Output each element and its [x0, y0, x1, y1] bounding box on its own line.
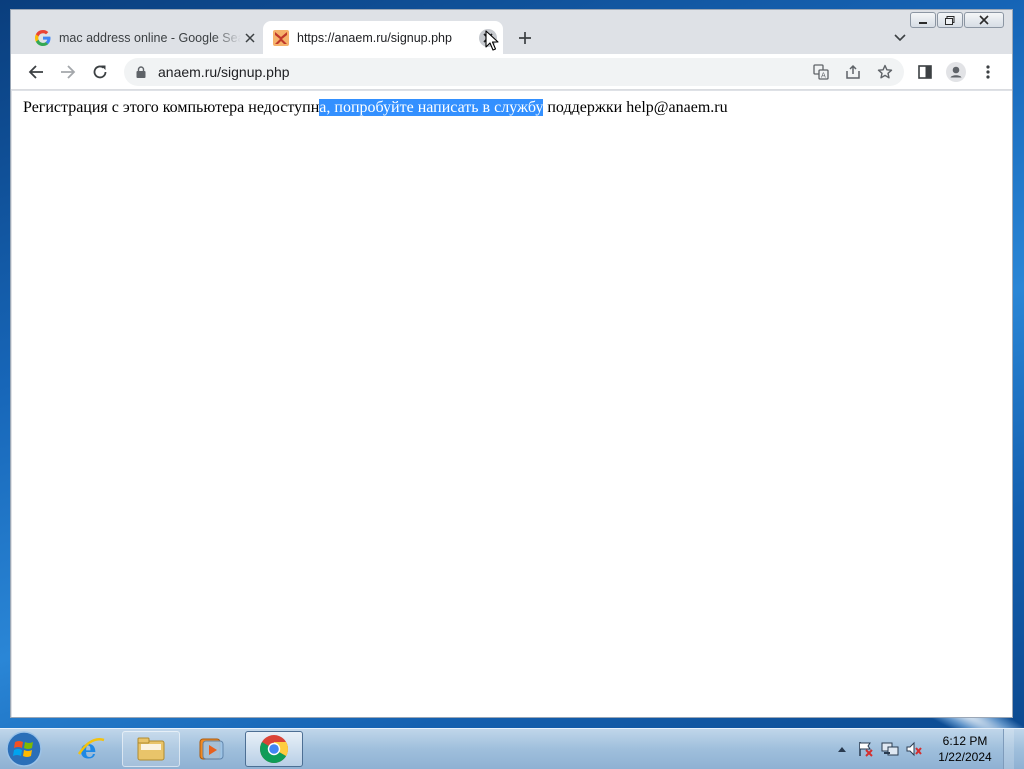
registration-unavailable-message: Регистрация с этого компьютера недоступн… — [23, 99, 728, 117]
menu-icon — [986, 65, 990, 79]
menu-button[interactable] — [977, 61, 999, 83]
mouse-cursor-icon — [485, 30, 499, 51]
forward-icon — [61, 65, 76, 79]
tab-google-search[interactable]: mac address online - Google Search — [25, 21, 265, 54]
reload-icon — [93, 65, 107, 79]
back-button[interactable] — [25, 61, 47, 83]
system-tray: 6:12 PM 1/22/2024 — [833, 729, 1014, 769]
message-text: Регистрация с этого компьютера недоступн — [23, 99, 320, 116]
taskbar-chrome[interactable] — [245, 731, 303, 767]
media-player-icon — [199, 738, 224, 760]
translate-icon[interactable]: A — [810, 61, 832, 83]
profile-icon — [946, 62, 966, 82]
back-icon — [28, 65, 43, 79]
taskbar: e 6:12 PM 1/22/2024 — [0, 728, 1024, 769]
page-content: Регистрация с этого компьютера недоступн… — [12, 91, 1012, 717]
windows-logo-icon — [6, 731, 42, 767]
tab-title: mac address online - Google Search — [59, 30, 241, 45]
tab-title: https://anaem.ru/signup.php — [297, 30, 452, 45]
chevron-down-icon — [894, 34, 906, 42]
file-explorer-icon — [137, 737, 165, 761]
address-url[interactable]: anaem.ru/signup.php — [158, 64, 290, 80]
chevron-up-icon — [838, 747, 846, 752]
plus-icon — [519, 32, 531, 44]
reload-button[interactable] — [89, 61, 111, 83]
show-hidden-icons-button[interactable] — [833, 740, 851, 758]
tab-search-button[interactable] — [890, 28, 910, 48]
action-center-icon[interactable] — [857, 740, 875, 758]
bookmark-star-icon[interactable] — [874, 61, 896, 83]
close-icon — [245, 32, 255, 43]
chrome-icon — [260, 735, 288, 763]
volume-muted-icon[interactable] — [905, 740, 923, 758]
internet-explorer-icon: e — [77, 735, 105, 764]
svg-text:A: A — [821, 72, 826, 80]
taskbar-file-explorer[interactable] — [122, 731, 180, 767]
message-text-support: поддержки help@anaem.ru — [543, 99, 728, 116]
forward-button[interactable] — [57, 61, 79, 83]
network-icon[interactable] — [881, 740, 899, 758]
clock-time: 6:12 PM — [942, 734, 988, 748]
address-bar[interactable]: anaem.ru/signup.php A — [124, 58, 904, 86]
new-tab-button[interactable] — [514, 27, 536, 49]
chrome-window: mac address online - Google Search https… — [10, 9, 1013, 718]
share-icon[interactable] — [842, 61, 864, 83]
anaem-site-icon — [273, 29, 289, 46]
side-panel-button[interactable] — [914, 61, 936, 83]
taskbar-clock[interactable]: 6:12 PM 1/22/2024 — [933, 733, 997, 765]
clock-date: 1/22/2024 — [938, 750, 992, 764]
tab-close-button[interactable] — [241, 29, 259, 47]
taskbar-internet-explorer[interactable]: e — [62, 731, 120, 767]
google-g-icon — [35, 29, 51, 46]
tab-strip: mac address online - Google Search https… — [11, 10, 1012, 54]
show-desktop-button[interactable] — [1003, 729, 1014, 769]
profile-button[interactable] — [945, 61, 967, 83]
taskbar-media-player[interactable] — [182, 731, 240, 767]
browser-toolbar: anaem.ru/signup.php A — [11, 54, 1012, 90]
start-button[interactable] — [4, 730, 44, 768]
tab-anaem-signup[interactable]: https://anaem.ru/signup.php — [263, 21, 503, 54]
side-panel-icon — [918, 65, 932, 79]
message-selected-text[interactable]: а, попробуйте написать в службу — [319, 99, 544, 116]
lock-icon[interactable] — [134, 65, 148, 79]
